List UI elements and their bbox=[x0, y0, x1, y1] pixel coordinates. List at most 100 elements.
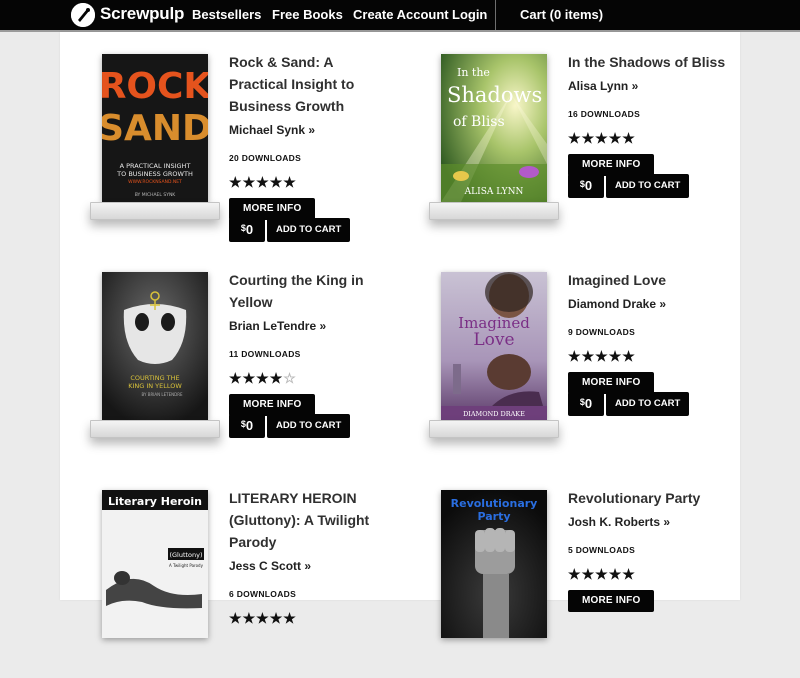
nav-create-account-link[interactable]: Create Account bbox=[353, 7, 449, 22]
star-icon: ★ bbox=[608, 566, 623, 582]
book-title[interactable]: Imagined Love bbox=[568, 269, 728, 291]
cover-title-line1: Revolutionary bbox=[451, 497, 538, 510]
book-cover[interactable]: COURTING THE KING IN YELLOW BY BRIAN LET… bbox=[102, 272, 208, 420]
book-info: LITERARY HEROIN (Gluttony): A Twilight P… bbox=[229, 487, 389, 627]
star-icon: ★ bbox=[256, 174, 270, 190]
book-author-link[interactable]: Josh K. Roberts » bbox=[568, 513, 728, 531]
currency-symbol: $ bbox=[579, 179, 585, 189]
star-icon: ★ bbox=[283, 610, 297, 626]
star-icon: ★ bbox=[269, 174, 284, 190]
cover-author: DIAMOND DRAKE bbox=[463, 410, 525, 418]
price-button[interactable]: $0 bbox=[229, 218, 265, 242]
book-author-link[interactable]: Michael Synk » bbox=[229, 121, 389, 139]
book-item: Revolutionary Party Revolutionary Party … bbox=[399, 468, 729, 678]
more-info-button[interactable]: MORE INFO bbox=[229, 394, 316, 416]
add-to-cart-button[interactable]: ADD TO CART bbox=[606, 174, 690, 198]
add-to-cart-button[interactable]: ADD TO CART bbox=[606, 392, 690, 416]
book-title[interactable]: Rock & Sand: A Practical Insight to Busi… bbox=[229, 51, 389, 117]
book-cover[interactable]: Revolutionary Party bbox=[441, 490, 547, 638]
shelf bbox=[90, 202, 220, 220]
star-icon: ★ bbox=[269, 370, 284, 386]
cover-title-line1: COURTING THE bbox=[130, 374, 179, 382]
top-nav-bar: Screwpulp Bestsellers Free Books Create … bbox=[0, 0, 800, 32]
book-author-link[interactable]: Alisa Lynn » bbox=[568, 77, 728, 95]
star-icon: ★ bbox=[229, 174, 243, 190]
book-cover[interactable]: In the Shadows of Bliss ALISA LYNN bbox=[441, 54, 547, 202]
buy-group: $0 ADD TO CART bbox=[568, 174, 690, 198]
cover-title-line1: In the bbox=[457, 66, 490, 79]
cover-url: WWW.ROCKNSAND.NET bbox=[128, 179, 182, 185]
shelf bbox=[90, 420, 220, 438]
price-button[interactable]: $0 bbox=[568, 392, 604, 416]
star-icon: ★ bbox=[595, 566, 609, 582]
book-title[interactable]: Courting the King in Yellow bbox=[229, 269, 389, 313]
star-icon: ★ bbox=[256, 610, 270, 626]
star-icon: ★ bbox=[581, 348, 596, 364]
cover-title-line2: SAND bbox=[102, 108, 208, 149]
buy-group: $0 ADD TO CART bbox=[229, 414, 351, 438]
more-info-button[interactable]: MORE INFO bbox=[568, 154, 655, 176]
book-info: Imagined Love Diamond Drake » 9 DOWNLOAD… bbox=[568, 269, 728, 394]
nav-login-link[interactable]: Login bbox=[452, 7, 487, 22]
cover-author: BY BRIAN LETENDRE bbox=[141, 392, 183, 397]
cover-author: ALISA LYNN bbox=[464, 187, 524, 197]
price-value: 0 bbox=[584, 396, 593, 411]
book-item: In the Shadows of Bliss ALISA LYNN In th… bbox=[399, 32, 729, 242]
cover-subtitle-line2: TO BUSINESS GROWTH bbox=[116, 170, 193, 178]
download-count: 16 DOWNLOADS bbox=[568, 109, 641, 119]
screwpulp-logo-icon[interactable] bbox=[71, 3, 95, 27]
book-title[interactable]: LITERARY HEROIN (Gluttony): A Twilight P… bbox=[229, 487, 389, 553]
download-count: 5 DOWNLOADS bbox=[568, 545, 636, 555]
star-icon: ★ bbox=[242, 610, 257, 626]
buy-group: $0 ADD TO CART bbox=[568, 392, 690, 416]
star-icon: ★ bbox=[622, 348, 636, 364]
more-info-button[interactable]: MORE INFO bbox=[229, 198, 316, 220]
star-rating: ★★★★★ bbox=[568, 129, 728, 147]
book-author-link[interactable]: Jess C Scott » bbox=[229, 557, 389, 575]
add-to-cart-button[interactable]: ADD TO CART bbox=[267, 414, 351, 438]
star-rating: ★★★★★ bbox=[229, 609, 389, 627]
brand-name[interactable]: Screwpulp bbox=[100, 4, 184, 24]
cover-title-line2: Party bbox=[477, 510, 510, 523]
download-count: 20 DOWNLOADS bbox=[229, 153, 302, 163]
book-info: Courting the King in Yellow Brian LeTend… bbox=[229, 269, 389, 416]
currency-symbol: $ bbox=[579, 397, 585, 407]
star-icon: ★ bbox=[622, 130, 636, 146]
shelf bbox=[429, 202, 559, 220]
book-author-link[interactable]: Diamond Drake » bbox=[568, 295, 728, 313]
star-icon: ★ bbox=[283, 174, 297, 190]
book-author-link[interactable]: Brian LeTendre » bbox=[229, 317, 389, 335]
more-info-button[interactable]: MORE INFO bbox=[568, 590, 655, 612]
currency-symbol: $ bbox=[240, 419, 246, 429]
download-count: 6 DOWNLOADS bbox=[229, 589, 297, 599]
book-cover[interactable]: Literary Heroin (Gluttony) A Twilight Pa… bbox=[102, 490, 208, 638]
cover-author: BY MICHAEL SYNK bbox=[135, 192, 177, 198]
download-count: 11 DOWNLOADS bbox=[229, 349, 301, 359]
price-button[interactable]: $0 bbox=[229, 414, 265, 438]
star-icon: ★ bbox=[581, 566, 596, 582]
buy-group: $0 ADD TO CART bbox=[229, 218, 351, 242]
add-to-cart-button[interactable]: ADD TO CART bbox=[267, 218, 351, 242]
star-icon: ★ bbox=[269, 610, 284, 626]
star-icon: ★ bbox=[595, 130, 609, 146]
star-icon: ★ bbox=[242, 174, 257, 190]
book-item: ROCK SAND A PRACTICAL INSIGHT TO BUSINES… bbox=[60, 32, 390, 242]
book-title[interactable]: In the Shadows of Bliss bbox=[568, 51, 728, 73]
nav-free-books-link[interactable]: Free Books bbox=[272, 7, 343, 22]
nav-divider bbox=[495, 0, 496, 30]
book-title[interactable]: Revolutionary Party bbox=[568, 487, 728, 509]
book-cover[interactable]: ROCK SAND A PRACTICAL INSIGHT TO BUSINES… bbox=[102, 54, 208, 202]
star-rating: ★★★★★ bbox=[229, 173, 389, 191]
star-icon: ★ bbox=[242, 370, 257, 386]
nav-bestsellers-link[interactable]: Bestsellers bbox=[192, 7, 261, 22]
book-cover[interactable]: Imagined Love DIAMOND DRAKE bbox=[441, 272, 547, 420]
book-info: Revolutionary Party Josh K. Roberts » 5 … bbox=[568, 487, 728, 612]
book-info: Rock & Sand: A Practical Insight to Busi… bbox=[229, 51, 389, 220]
star-empty-icon: ☆ bbox=[283, 370, 297, 386]
cover-title-line2: Shadows bbox=[447, 83, 542, 107]
price-value: 0 bbox=[245, 418, 254, 433]
star-icon: ★ bbox=[229, 610, 243, 626]
more-info-button[interactable]: MORE INFO bbox=[568, 372, 655, 394]
price-button[interactable]: $0 bbox=[568, 174, 604, 198]
cart-link[interactable]: Cart (0 items) bbox=[520, 7, 603, 22]
